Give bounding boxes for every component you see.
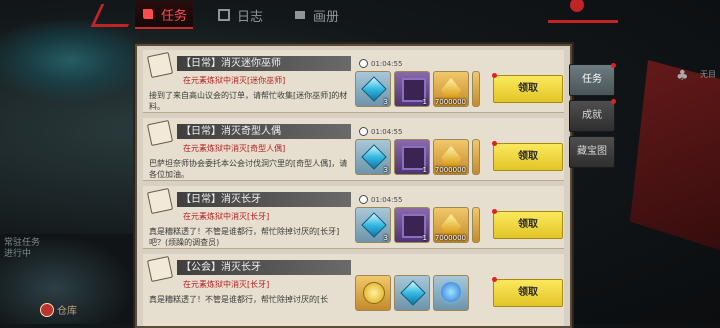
scroll-icon — [146, 187, 174, 215]
claim-button[interactable]: 领取 — [492, 209, 563, 239]
quest-title: 【公会】消灭长牙 — [177, 260, 351, 275]
quest-card: 【日常】消灭迷你巫师 在元素炼狱中消灭[迷你巫师] 接到了来自高山议会的订单，请… — [143, 50, 564, 113]
side-partial-label: 无目 — [700, 70, 716, 79]
album-icon — [295, 11, 306, 19]
quest-description: 接到了来自高山议会的订单，请帮忙收集[迷你巫师]的材料。 — [149, 91, 348, 111]
reward-qty: 1 — [422, 234, 427, 242]
reward-list: 3 1 7000000 — [355, 207, 480, 243]
quest-list-panel[interactable]: 【日常】消灭迷你巫师 在元素炼狱中消灭[迷你巫师] 接到了来自高山议会的订单，请… — [135, 44, 572, 328]
quest-timer: 01:04:55 — [359, 59, 402, 68]
reward-list: 3 1 7000000 — [355, 71, 480, 107]
journal-icon — [218, 9, 231, 21]
scroll-icon — [146, 51, 174, 79]
scroll-icon — [146, 119, 174, 147]
warehouse-button[interactable]: 仓库 — [40, 302, 77, 317]
claim-button[interactable]: 领取 — [492, 277, 563, 307]
clock-icon — [359, 195, 368, 204]
quest-title: 【日常】消灭迷你巫师 — [177, 56, 351, 71]
warehouse-label: 仓库 — [57, 306, 77, 317]
quest-objective: 在元素炼狱中消灭[长牙] — [183, 212, 270, 221]
clock-icon — [359, 127, 368, 136]
gold-pile-icon — [441, 214, 461, 234]
quest-card: 【公会】消灭长牙 在元素炼狱中消灭[长牙] 真是糟糕透了！不管是谁都行，帮忙除掉… — [143, 254, 564, 326]
reward-item[interactable]: 1 — [394, 139, 430, 175]
side-tab-achievements[interactable]: 成就 — [569, 99, 616, 132]
reward-qty: 3 — [383, 98, 388, 106]
quest-card: 【日常】消灭长牙 在元素炼狱中消灭[长牙] 真是糟糕透了！不管是谁都行，帮忙除掉… — [143, 186, 564, 249]
tab-quests-label: 任务 — [161, 8, 188, 24]
tab-journal[interactable]: 日志 — [211, 2, 269, 28]
gold-pile-icon — [441, 146, 461, 166]
reward-qty: 1 — [422, 98, 427, 106]
reward-item[interactable] — [433, 275, 469, 311]
side-tab-treasure-map[interactable]: 藏宝图 — [569, 136, 615, 168]
reward-list: 3 1 7000000 — [355, 139, 480, 175]
notification-dot — [611, 99, 616, 104]
reward-item[interactable] — [394, 275, 430, 311]
reward-item-partial[interactable] — [472, 139, 480, 175]
reward-item-partial[interactable] — [472, 71, 480, 107]
reward-qty: 7000000 — [434, 234, 466, 242]
quest-timer: 01:04:55 — [359, 195, 402, 204]
quest-description: 真是糟糕透了！不管是谁都行，帮忙除掉讨厌的[长牙]吧？(烦躁的调查员) — [149, 227, 340, 247]
side-tab-label: 成就 — [582, 110, 602, 121]
tab-quests[interactable]: 任务 — [135, 1, 194, 29]
side-tab-label: 藏宝图 — [577, 146, 607, 157]
clock-icon — [359, 59, 368, 68]
tab-journal-label: 日志 — [237, 9, 264, 25]
quest-card: 【日常】消灭奇型人偶 在元素炼狱中消灭[奇型人偶] 巴萨坦奈师协会委托本公会讨伐… — [143, 118, 564, 181]
reward-qty: 3 — [383, 234, 388, 242]
gold-coin-icon — [363, 282, 385, 304]
reward-item[interactable]: 1 — [394, 207, 430, 243]
reward-item[interactable]: 3 — [355, 207, 391, 243]
side-tab-quests[interactable]: 任务 — [569, 63, 616, 96]
timer-text: 01:04:55 — [371, 59, 403, 68]
reward-item[interactable]: 7000000 — [433, 71, 469, 107]
reward-item[interactable] — [355, 275, 391, 311]
warehouse-icon — [40, 302, 54, 317]
quest-objective: 在元素炼狱中消灭[迷你巫师] — [183, 76, 286, 85]
reward-item[interactable]: 3 — [355, 71, 391, 107]
reward-list — [355, 275, 469, 311]
timer-text: 01:04:55 — [371, 127, 403, 136]
reward-item[interactable]: 1 — [394, 71, 430, 107]
blue-crystal-icon — [400, 280, 426, 306]
timer-text: 01:04:55 — [371, 195, 403, 204]
reward-qty: 1 — [422, 166, 427, 174]
scroll-icon — [146, 255, 174, 283]
quest-description: 真是糟糕透了！不管是谁都行，帮忙除掉讨厌的[长 — [149, 295, 329, 304]
quest-objective: 在元素炼狱中消灭[奇型人偶] — [183, 144, 286, 153]
character-cape-decoration — [630, 60, 720, 250]
tab-album-label: 画册 — [313, 9, 340, 25]
reward-item-partial[interactable] — [472, 207, 480, 243]
quest-title: 【日常】消灭奇型人偶 — [177, 124, 351, 139]
quest-objective: 在元素炼狱中消灭[长牙] — [183, 280, 270, 289]
blue-orb-icon — [441, 282, 461, 302]
chat-bubble-text: 常驻任务进行中 — [4, 238, 41, 259]
quest-scroll-icon — [143, 9, 153, 19]
gold-pile-icon — [441, 78, 461, 98]
quest-description: 巴萨坦奈师协会委托本公会讨伐洞穴里的[奇型人偶]，请各位加油。 — [149, 159, 348, 179]
background-glow — [0, 20, 150, 100]
top-tab-bar: 任务 日志 画册 — [135, 0, 605, 30]
club-icon: ♣ — [676, 68, 689, 84]
quest-title: 【日常】消灭长牙 — [177, 192, 351, 207]
reward-qty: 7000000 — [434, 98, 466, 106]
tab-album[interactable]: 画册 — [287, 2, 345, 28]
reward-item[interactable]: 7000000 — [433, 207, 469, 243]
claim-button[interactable]: 领取 — [492, 141, 563, 171]
quest-timer: 01:04:55 — [359, 127, 402, 136]
side-tab-label: 任务 — [582, 74, 602, 85]
claim-button[interactable]: 领取 — [492, 73, 563, 103]
reward-item[interactable]: 3 — [355, 139, 391, 175]
reward-qty: 7000000 — [434, 166, 466, 174]
reward-qty: 3 — [383, 166, 388, 174]
reward-item[interactable]: 7000000 — [433, 139, 469, 175]
notification-dot — [611, 63, 616, 68]
